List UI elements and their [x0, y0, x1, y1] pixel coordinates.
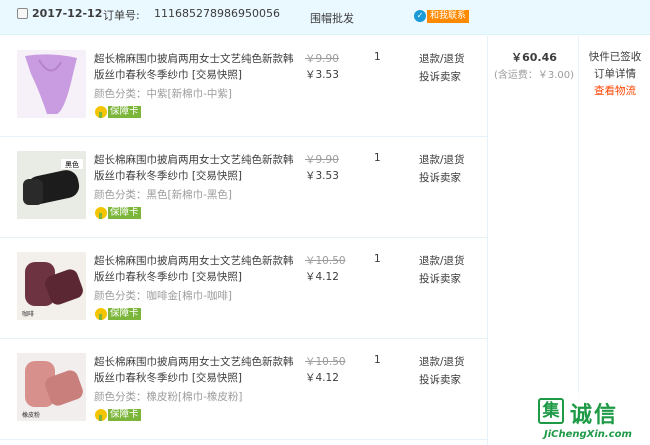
watermark-logo-icon: 集	[538, 398, 564, 424]
product-title-link[interactable]: 超长棉麻围巾披肩两用女士文艺纯色新款韩版丝巾春秋冬季纱巾 [交易快照]	[94, 354, 294, 386]
quantity: 1	[374, 51, 381, 63]
guarantee-card-badge[interactable]: 保障卡	[95, 408, 141, 421]
contact-seller-label: 和我联系	[427, 9, 470, 23]
product-thumbnail[interactable]	[17, 50, 86, 118]
product-thumbnail[interactable]: 橡皮粉	[17, 353, 86, 421]
original-price: ￥10.50	[305, 356, 346, 368]
thumb-label: 咖啡	[22, 310, 34, 318]
product-sku: 颜色分类：中紫[新棉巾-中紫]	[94, 88, 232, 100]
guarantee-card-badge[interactable]: 保障卡	[95, 105, 141, 118]
product-thumbnail[interactable]: 黑色	[17, 151, 86, 219]
original-price: ￥9.90	[305, 154, 339, 166]
paid-price: ￥4.12	[305, 271, 339, 283]
thumb-label: 黑色	[65, 160, 79, 169]
thumb-label: 橡皮粉	[22, 411, 40, 419]
order-number: 111685278986950056	[154, 7, 280, 20]
order-header: 2017-12-12 订单号: 111685278986950056 围帽批发 …	[0, 0, 650, 35]
refund-link[interactable]: 退款/退货	[419, 354, 465, 369]
paid-price: ￥4.12	[305, 372, 339, 384]
quantity: 1	[374, 152, 381, 164]
paid-price: ￥3.53	[305, 69, 339, 81]
site-watermark: 集 诚信 JiChengXin.com	[536, 393, 650, 445]
guarantee-icon	[95, 307, 107, 320]
product-thumbnail[interactable]: 咖啡	[17, 252, 86, 320]
complain-link[interactable]: 投诉卖家	[419, 271, 461, 286]
guarantee-card-badge[interactable]: 保障卡	[95, 206, 141, 219]
guarantee-icon	[95, 408, 107, 421]
contact-seller-button[interactable]: ✓ 和我联系	[414, 9, 470, 23]
order-number-label: 订单号:	[103, 9, 140, 22]
guarantee-card-badge[interactable]: 保障卡	[95, 307, 141, 320]
guarantee-icon	[95, 206, 107, 219]
original-price: ￥10.50	[305, 255, 346, 267]
quantity: 1	[374, 354, 381, 366]
complain-link[interactable]: 投诉卖家	[419, 69, 461, 84]
refund-link[interactable]: 退款/退货	[419, 51, 465, 66]
order-detail-link[interactable]: 订单详情	[580, 66, 650, 81]
guarantee-label: 保障卡	[108, 206, 141, 219]
order-summary: ￥60.46 (含运费：￥3.00)	[487, 36, 579, 445]
item-row: 黑色 超长棉麻围巾披肩两用女士文艺纯色新款韩版丝巾春秋冬季纱巾 [交易快照] 颜…	[0, 137, 487, 238]
product-sku: 颜色分类：橡皮粉[棉巾-橡皮粉]	[94, 391, 243, 403]
order-checkbox[interactable]	[17, 8, 28, 19]
item-row: 咖啡 超长棉麻围巾披肩两用女士文艺纯色新款韩版丝巾春秋冬季纱巾 [交易快照] 颜…	[0, 238, 487, 339]
refund-link[interactable]: 退款/退货	[419, 253, 465, 268]
wangwang-icon: ✓	[414, 10, 426, 22]
item-row: 橡皮粉 超长棉麻围巾披肩两用女士文艺纯色新款韩版丝巾春秋冬季纱巾 [交易快照] …	[0, 339, 487, 440]
watermark-url: JiChengXin.com	[544, 429, 632, 440]
product-sku: 颜色分类：咖啡金[棉巾-咖啡]	[94, 290, 232, 302]
refund-link[interactable]: 退款/退货	[419, 152, 465, 167]
order-status: 快件已签收 订单详情 查看物流	[580, 36, 650, 445]
watermark-text: 诚信	[570, 403, 619, 428]
shipping-fee: (含运费：￥3.00)	[493, 70, 575, 81]
guarantee-label: 保障卡	[108, 105, 141, 118]
order-total: ￥60.46	[511, 51, 557, 64]
view-logistics-link[interactable]: 查看物流	[580, 83, 650, 98]
complain-link[interactable]: 投诉卖家	[419, 170, 461, 185]
item-row: 超长棉麻围巾披肩两用女士文艺纯色新款韩版丝巾春秋冬季纱巾 [交易快照] 颜色分类…	[0, 36, 487, 137]
shop-name-link[interactable]: 围帽批发	[310, 10, 354, 26]
complain-link[interactable]: 投诉卖家	[419, 372, 461, 387]
guarantee-icon	[95, 105, 107, 118]
order-date: 2017-12-12	[32, 7, 103, 20]
guarantee-label: 保障卡	[108, 307, 141, 320]
guarantee-label: 保障卡	[108, 408, 141, 421]
quantity: 1	[374, 253, 381, 265]
paid-price: ￥3.53	[305, 170, 339, 182]
order-items: 超长棉麻围巾披肩两用女士文艺纯色新款韩版丝巾春秋冬季纱巾 [交易快照] 颜色分类…	[0, 36, 487, 440]
delivery-status: 快件已签收	[588, 51, 642, 63]
product-title-link[interactable]: 超长棉麻围巾披肩两用女士文艺纯色新款韩版丝巾春秋冬季纱巾 [交易快照]	[94, 253, 294, 285]
product-title-link[interactable]: 超长棉麻围巾披肩两用女士文艺纯色新款韩版丝巾春秋冬季纱巾 [交易快照]	[94, 152, 294, 184]
original-price: ￥9.90	[305, 53, 339, 65]
product-sku: 颜色分类：黑色[新棉巾-黑色]	[94, 189, 232, 201]
product-title-link[interactable]: 超长棉麻围巾披肩两用女士文艺纯色新款韩版丝巾春秋冬季纱巾 [交易快照]	[94, 51, 294, 83]
